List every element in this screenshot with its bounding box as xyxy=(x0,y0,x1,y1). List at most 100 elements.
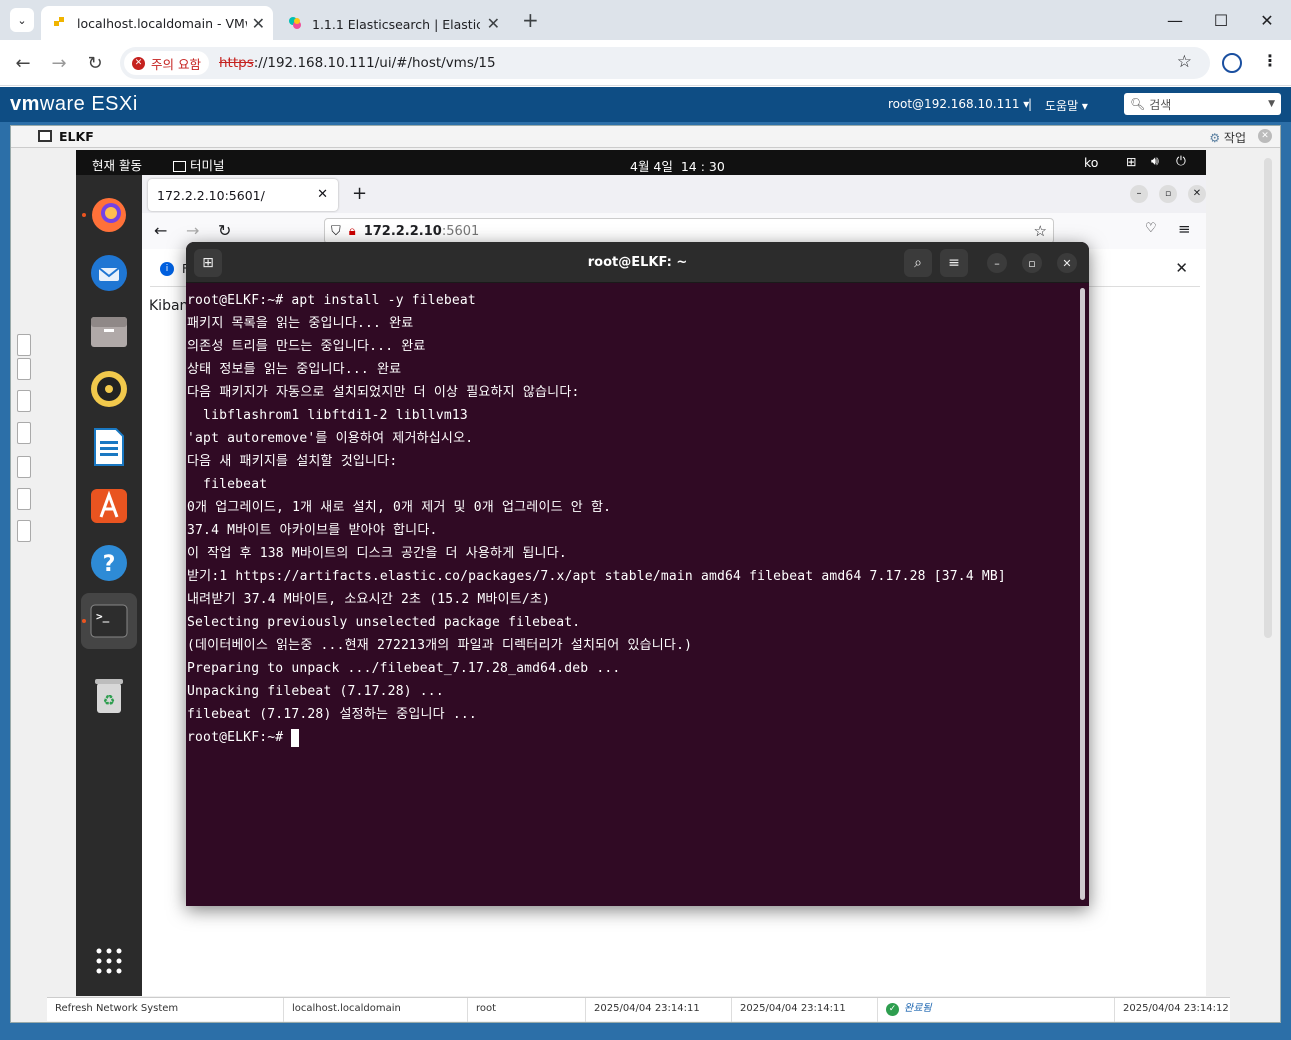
firefox-icon[interactable] xyxy=(89,195,129,235)
side-tool[interactable] xyxy=(17,334,31,356)
console-actions[interactable]: ⚙ 작업 xyxy=(1209,129,1246,146)
minimize-icon[interactable]: — xyxy=(1152,0,1198,40)
actions-label: 작업 xyxy=(1223,131,1246,145)
warning-icon: ✕ xyxy=(132,56,145,70)
clock[interactable]: 4월 4일 14 : 30 xyxy=(630,156,725,175)
help-menu[interactable]: 도움말 ▾ xyxy=(1045,97,1088,114)
side-tool[interactable] xyxy=(17,488,31,510)
task-name[interactable]: Refresh Network System xyxy=(47,998,284,1022)
terminal-line: Selecting previously unselected package … xyxy=(187,615,581,630)
ubuntu-dock: ? >_ ♻ xyxy=(76,175,142,996)
svg-text:>_: >_ xyxy=(96,610,110,623)
trash-icon[interactable]: ♻ xyxy=(89,675,129,715)
task-queued-time: 2025/04/04 23:14:11 xyxy=(586,998,732,1022)
close-icon[interactable]: ✕ xyxy=(1057,253,1077,273)
activities-button[interactable]: 현재 활동 xyxy=(92,155,142,174)
terminal-scrollbar[interactable] xyxy=(1080,288,1085,900)
profile-icon[interactable] xyxy=(1222,53,1242,73)
url-host: 172.2.2.10 xyxy=(363,223,442,239)
info-icon: i xyxy=(160,262,174,276)
minimize-icon[interactable]: – xyxy=(1130,185,1148,203)
vmware-favicon-icon xyxy=(54,17,64,26)
new-tab-button[interactable]: + xyxy=(352,183,367,204)
bookmark-star-icon[interactable]: ☆ xyxy=(1034,222,1047,240)
bookmark-star-icon[interactable]: ☆ xyxy=(1177,52,1192,72)
pocket-icon[interactable]: ♡ xyxy=(1145,221,1157,236)
tab-search-button[interactable]: ⌄ xyxy=(10,8,34,32)
security-warning-chip[interactable]: ✕ 주의 요함 xyxy=(124,51,209,75)
reload-icon[interactable]: ↻ xyxy=(82,50,108,76)
app-center-icon[interactable] xyxy=(89,485,129,525)
browser-tab-elastic[interactable]: 1.1.1 Elasticsearch | Elastic 가이 ✕ xyxy=(276,6,508,40)
maximize-icon[interactable]: ☐ xyxy=(1198,0,1244,40)
rhythmbox-icon[interactable] xyxy=(89,369,129,409)
terminal-prompt-line: root@ELKF:~# xyxy=(187,726,1077,749)
power-icon[interactable]: ⏻ xyxy=(1176,153,1186,169)
terminal-window[interactable]: ⊞ root@ELKF: ~ ⌕ ≡ – ▫ ✕ root@ELKF:~# ap… xyxy=(186,242,1089,906)
side-tool[interactable] xyxy=(17,358,31,380)
close-tab-icon[interactable]: ✕ xyxy=(317,187,328,202)
terminal-line: 받기:1 https://artifacts.elastic.co/packag… xyxy=(187,569,1006,584)
thunderbird-icon[interactable] xyxy=(89,253,129,293)
page-text: Kiban xyxy=(149,298,189,314)
address-bar[interactable]: ✕ 주의 요함 https://192.168.10.111/ui/#/host… xyxy=(120,47,1210,79)
terminal-line: filebeat (7.17.28) 설정하는 중입니다 ... xyxy=(187,707,477,722)
side-tool[interactable] xyxy=(17,456,31,478)
minimize-icon[interactable]: – xyxy=(987,253,1007,273)
running-indicator xyxy=(82,619,86,623)
close-console-icon[interactable]: ✕ xyxy=(1258,129,1272,143)
files-icon[interactable] xyxy=(89,311,129,351)
firefox-tab-bar: 172.2.2.10:5601/ ✕ + – ▫ ✕ xyxy=(142,175,1206,213)
terminal-line: filebeat xyxy=(187,477,268,492)
close-notification-icon[interactable]: ✕ xyxy=(1175,259,1188,277)
terminal-headerbar: ⊞ root@ELKF: ~ ⌕ ≡ – ▫ ✕ xyxy=(186,242,1089,283)
search-input[interactable]: 🔍︎ 검색 ▼ xyxy=(1124,93,1281,115)
browser-tab-bar: ⌄ localhost.localdomain - VMwa ✕ 1.1.1 E… xyxy=(0,0,1291,40)
svg-text:?: ? xyxy=(103,552,116,577)
user-menu[interactable]: root@192.168.10.111 ▾ xyxy=(888,97,1029,111)
side-tool[interactable] xyxy=(17,520,31,542)
side-tool[interactable] xyxy=(17,390,31,412)
forward-arrow-icon[interactable]: → xyxy=(46,50,72,76)
console-icon xyxy=(38,130,52,142)
back-arrow-icon[interactable]: ← xyxy=(154,221,167,240)
volume-icon[interactable]: 🔊︎ xyxy=(1151,153,1159,169)
tab-title: 172.2.2.10:5601/ xyxy=(157,188,265,203)
url-bar[interactable]: ⛉ 🔒︎ 172.2.2.10:5601 ☆ xyxy=(324,218,1054,244)
url-protocol: https xyxy=(218,55,254,71)
forward-arrow-icon[interactable]: → xyxy=(186,221,199,240)
terminal-icon xyxy=(173,161,186,172)
browser-toolbar: ← → ↻ ✕ 주의 요함 https://192.168.10.111/ui/… xyxy=(0,40,1291,86)
cursor xyxy=(291,728,300,747)
firefox-tab[interactable]: 172.2.2.10:5601/ ✕ xyxy=(148,179,338,211)
network-icon[interactable]: ⊞ xyxy=(1126,154,1136,169)
libreoffice-writer-icon[interactable] xyxy=(89,427,129,467)
console-scrollbar[interactable] xyxy=(1264,158,1272,638)
search-placeholder: 검색 xyxy=(1149,97,1172,112)
terminal-app-menu[interactable]: 터미널 xyxy=(173,155,225,174)
show-apps-icon[interactable] xyxy=(89,941,129,981)
close-tab-icon[interactable]: ✕ xyxy=(487,14,500,33)
terminal-icon[interactable]: >_ xyxy=(89,601,129,641)
search-icon: 🔍︎ xyxy=(1130,97,1146,111)
task-target[interactable]: localhost.localdomain xyxy=(284,998,468,1022)
menu-icon[interactable]: ≡ xyxy=(940,249,968,277)
browser-tab-vmware[interactable]: localhost.localdomain - VMwa ✕ xyxy=(41,6,273,40)
input-language[interactable]: ko xyxy=(1084,155,1098,170)
maximize-icon[interactable]: ▫ xyxy=(1022,253,1042,273)
close-window-icon[interactable]: ✕ xyxy=(1244,0,1290,40)
close-window-icon[interactable]: ✕ xyxy=(1188,185,1206,203)
terminal-output[interactable]: root@ELKF:~# apt install -y filebeat 패키지 … xyxy=(187,289,1077,749)
side-tool[interactable] xyxy=(17,422,31,444)
restore-icon[interactable]: ▫ xyxy=(1159,185,1177,203)
terminal-line: 상태 정보를 읽는 중입니다... 완료 xyxy=(187,362,402,377)
help-icon[interactable]: ? xyxy=(89,543,129,583)
hamburger-menu-icon[interactable]: ≡ xyxy=(1178,220,1191,238)
search-icon[interactable]: ⌕ xyxy=(904,249,932,277)
new-tab-button[interactable]: + xyxy=(522,8,539,32)
terminal-line: libflashrom1 libftdi1-2 libllvm13 xyxy=(187,408,468,423)
close-tab-icon[interactable]: ✕ xyxy=(252,14,265,33)
reload-icon[interactable]: ↻ xyxy=(218,221,231,240)
more-menu-icon[interactable]: ⋮ xyxy=(1262,51,1278,70)
back-arrow-icon[interactable]: ← xyxy=(10,50,36,76)
